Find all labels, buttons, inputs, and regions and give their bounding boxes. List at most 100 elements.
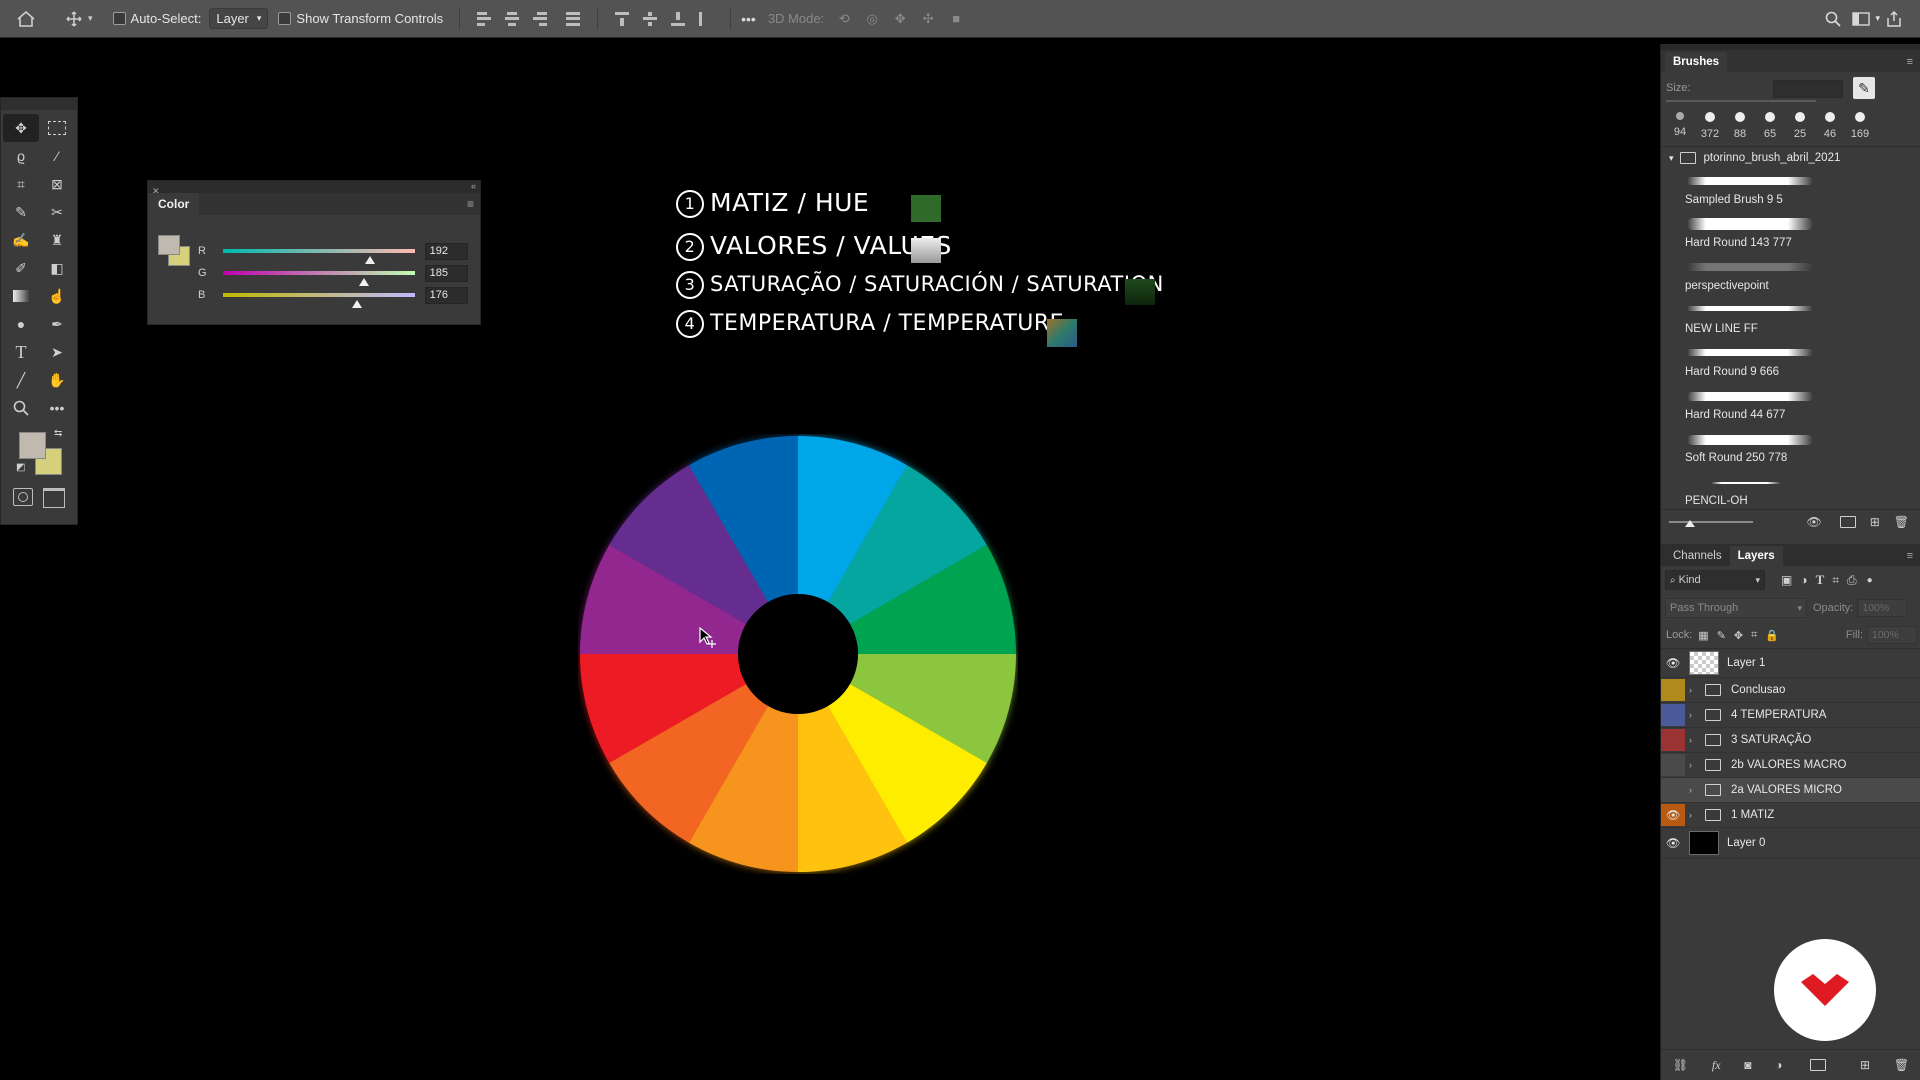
- tab-brushes[interactable]: Brushes: [1665, 52, 1728, 72]
- more-tools-icon[interactable]: •••: [39, 394, 75, 422]
- type-tool-icon[interactable]: T: [3, 338, 39, 366]
- marquee-tool-icon[interactable]: [39, 114, 75, 142]
- clone-stamp-tool-icon[interactable]: ♜: [39, 226, 75, 254]
- frame-tool-icon[interactable]: ⊠: [39, 170, 75, 198]
- align-right-icon[interactable]: [533, 11, 548, 26]
- eye-icon[interactable]: 👁: [1661, 652, 1685, 674]
- chevron-down-icon[interactable]: ▾: [88, 13, 93, 24]
- lock-all-icon[interactable]: 🔒: [1765, 629, 1779, 642]
- visibility-toggle[interactable]: [1661, 679, 1685, 701]
- eye-icon[interactable]: 👁: [1661, 804, 1685, 826]
- new-brush-icon[interactable]: ⊞: [1870, 515, 1880, 529]
- brush-item[interactable]: perspectivepoint: [1661, 255, 1920, 298]
- healing-tool-icon[interactable]: ✂: [39, 198, 75, 226]
- brush-size-field[interactable]: [1773, 80, 1843, 98]
- brush-preset[interactable]: 372: [1695, 112, 1725, 146]
- filter-pixel-icon[interactable]: ▣: [1781, 573, 1792, 587]
- chevron-down-icon[interactable]: ▾: [1669, 153, 1674, 164]
- brush-item[interactable]: Soft Round 250 778: [1661, 427, 1920, 470]
- share-icon[interactable]: [1880, 7, 1908, 31]
- layer-group-row[interactable]: 👁 › 1 MATIZ: [1661, 803, 1920, 828]
- move-tool-icon[interactable]: ✥: [3, 114, 39, 142]
- visibility-toggle[interactable]: [1661, 729, 1685, 751]
- layer-group-row[interactable]: › 2b VALORES MACRO: [1661, 753, 1920, 778]
- brush-preset[interactable]: 94: [1665, 112, 1695, 146]
- distribute-vertical-icon[interactable]: [699, 11, 713, 26]
- brush-preset[interactable]: 169: [1845, 112, 1875, 146]
- magic-wand-tool-icon[interactable]: ⁄: [39, 142, 75, 170]
- visibility-toggle[interactable]: [1661, 779, 1685, 801]
- chevron-right-icon[interactable]: ›: [1689, 760, 1701, 770]
- layer-group-row[interactable]: › Conclusao: [1661, 678, 1920, 703]
- lock-artboard-icon[interactable]: ⌗: [1751, 629, 1757, 642]
- chevron-right-icon[interactable]: ›: [1689, 685, 1701, 695]
- move-tool-icon[interactable]: [60, 7, 88, 31]
- layer-group-row[interactable]: › 3 SATURAÇÃO: [1661, 728, 1920, 753]
- history-brush-tool-icon[interactable]: ✐: [3, 254, 39, 282]
- new-group-icon[interactable]: [1839, 516, 1856, 528]
- fx-icon[interactable]: fx: [1712, 1058, 1721, 1073]
- smudge-tool-icon[interactable]: ☝: [39, 282, 75, 310]
- chevron-right-icon[interactable]: ›: [1689, 785, 1701, 795]
- swap-colors-icon[interactable]: ⇆: [54, 428, 62, 439]
- add-mask-icon[interactable]: ◙: [1744, 1058, 1751, 1072]
- chevron-right-icon[interactable]: ›: [1689, 735, 1701, 745]
- distribute-horizontal-icon[interactable]: [566, 11, 581, 26]
- path-selection-tool-icon[interactable]: ➤: [39, 338, 75, 366]
- lock-transparent-icon[interactable]: ▦: [1698, 629, 1708, 642]
- panel-foreground-swatch[interactable]: [158, 235, 180, 255]
- brush-edit-icon[interactable]: ✎: [1853, 77, 1875, 99]
- tools-panel-header[interactable]: [1, 98, 77, 110]
- toggle-preview-icon[interactable]: 👁: [1806, 515, 1821, 529]
- filter-type-icon[interactable]: T: [1816, 572, 1825, 588]
- brush-item[interactable]: PENCIL-OH: [1661, 470, 1920, 509]
- brush-group-row[interactable]: ▾ ptorinno_brush_abril_2021: [1661, 146, 1920, 169]
- align-center-icon[interactable]: [505, 11, 520, 26]
- layer-row[interactable]: 👁 Layer 1: [1661, 649, 1920, 678]
- 3d-rotate-icon[interactable]: ⟲: [830, 7, 858, 31]
- eyedropper-tool-icon[interactable]: ✎: [3, 198, 39, 226]
- brush-preset[interactable]: 46: [1815, 112, 1845, 146]
- filter-smart-object-icon[interactable]: ⎙: [1847, 573, 1857, 588]
- line-tool-icon[interactable]: ╱: [3, 366, 39, 394]
- lock-pixels-icon[interactable]: ✎: [1717, 629, 1726, 642]
- brush-tool-icon[interactable]: ✍: [3, 226, 39, 254]
- show-transform-checkbox[interactable]: [278, 12, 292, 25]
- crop-tool-icon[interactable]: ⌗: [3, 170, 39, 198]
- brush-item[interactable]: NEW LINE FF: [1661, 298, 1920, 341]
- workspace-icon[interactable]: [1847, 7, 1875, 31]
- tab-channels[interactable]: Channels: [1665, 546, 1730, 566]
- panel-menu-icon[interactable]: ≡: [1907, 550, 1913, 562]
- blend-mode-dropdown[interactable]: Pass Through ▾: [1665, 598, 1807, 618]
- dodge-tool-icon[interactable]: ●: [3, 310, 39, 338]
- fill-field[interactable]: 100%: [1867, 626, 1917, 644]
- opacity-field[interactable]: 100%: [1857, 599, 1908, 617]
- canvas[interactable]: 1 MATIZ / HUE 2 VALORES / VALUES 3 SATURAÇÃ…: [78, 38, 1658, 1080]
- auto-select-toggle[interactable]: Auto-Select:: [112, 11, 201, 26]
- screen-mode-icon[interactable]: [43, 488, 65, 508]
- zoom-tool-icon[interactable]: [3, 394, 39, 422]
- panel-menu-icon[interactable]: ≡: [1907, 56, 1913, 68]
- brush-item[interactable]: Sampled Brush 9 5: [1661, 169, 1920, 212]
- adjustment-layer-icon[interactable]: ◑: [1775, 1058, 1782, 1072]
- quick-mask-icon[interactable]: [13, 488, 33, 506]
- chevron-right-icon[interactable]: ›: [1689, 710, 1701, 720]
- brush-preset[interactable]: 65: [1755, 112, 1785, 146]
- filter-shape-icon[interactable]: ⌗: [1832, 573, 1839, 588]
- brush-preset[interactable]: 88: [1725, 112, 1755, 146]
- eraser-tool-icon[interactable]: ◧: [39, 254, 75, 282]
- brush-item[interactable]: Hard Round 44 677: [1661, 384, 1920, 427]
- new-layer-icon[interactable]: ⊞: [1860, 1058, 1870, 1072]
- brush-size-slider[interactable]: [1666, 100, 1816, 102]
- auto-select-checkbox[interactable]: [112, 12, 126, 25]
- eye-icon[interactable]: 👁: [1661, 832, 1685, 854]
- new-group-icon[interactable]: [1810, 1059, 1827, 1071]
- kind-filter-dropdown[interactable]: ⌕ Kind ▾: [1665, 570, 1765, 590]
- auto-select-target-dropdown[interactable]: Layer ▾: [209, 8, 269, 29]
- 3d-roll-icon[interactable]: ◎: [858, 7, 886, 31]
- delete-layer-icon[interactable]: 🗑: [1894, 1058, 1909, 1072]
- align-bottom-icon[interactable]: [671, 11, 686, 26]
- lock-position-icon[interactable]: ✥: [1734, 629, 1743, 642]
- 3d-pan-icon[interactable]: ✥: [886, 7, 914, 31]
- filter-toggle-icon[interactable]: ●: [1867, 575, 1873, 586]
